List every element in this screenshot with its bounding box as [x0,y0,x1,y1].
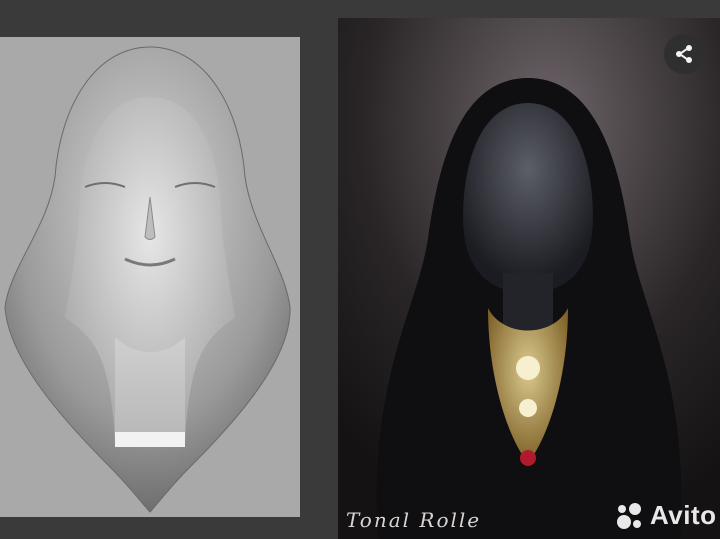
avito-logo-icon [617,502,641,529]
portrait-image [338,18,720,539]
portrait-illustration [338,18,720,539]
divider [300,0,338,539]
watermark-text: Avito [650,500,717,530]
share-button[interactable] [664,34,704,74]
share-icon [676,45,692,63]
sculpt-illustration [4,46,291,513]
signature-text: Tonal Rolle [346,508,482,532]
sculpt-image [0,37,300,517]
avito-watermark: Avito [614,500,717,531]
